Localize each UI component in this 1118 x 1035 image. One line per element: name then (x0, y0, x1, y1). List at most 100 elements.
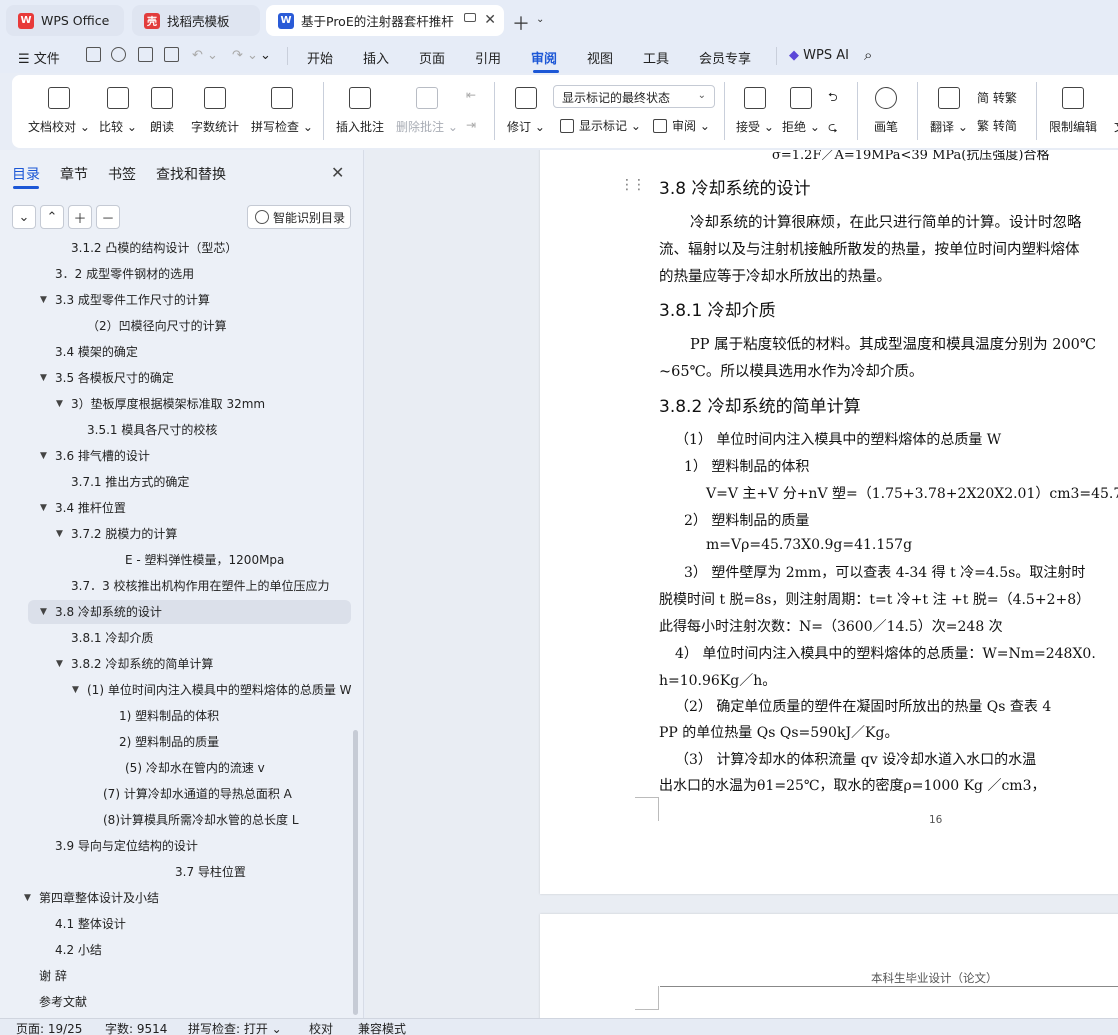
page-indicator[interactable]: 页面: 19/25 (16, 1020, 82, 1035)
read-aloud-button[interactable]: 朗读 (150, 87, 174, 135)
expand-caret-icon[interactable]: ▼ (56, 522, 63, 546)
toc-item[interactable]: ▼ 3.7.2 脱模力的计算 (0, 522, 352, 546)
review-pane-button[interactable]: 审阅 ⌄ (653, 117, 710, 134)
toc-item[interactable]: ▼ 3）垫板厚度根据模架标准取 32mm (0, 392, 352, 416)
add-heading-button[interactable]: ＋ (68, 205, 92, 229)
chevron-down-icon[interactable]: ⌄ (536, 14, 544, 25)
toc-item[interactable]: E - 塑料弹性模量，1200Mpa (0, 548, 352, 572)
expand-caret-icon[interactable]: ▼ (56, 392, 63, 416)
toc-item[interactable]: ▼ (1) 单位时间内注入模具中的塑料熔体的总质量 W (0, 678, 352, 702)
toc-item[interactable]: ▼ 3.4 推杆位置 (0, 496, 352, 520)
expand-caret-icon[interactable]: ▼ (40, 600, 47, 624)
wps-ai-button[interactable]: ◆ WPS AI (789, 48, 849, 63)
nav-tab-find-replace[interactable]: 查找和替换 (156, 164, 226, 184)
export-pdf-icon[interactable] (111, 47, 126, 62)
menu-view[interactable]: 视图 (587, 48, 613, 67)
pen-button[interactable]: 画笔 (874, 87, 898, 135)
toc-item[interactable]: (5) 冷却水在管内的流速 v (0, 756, 352, 780)
toc-item[interactable]: 4.2 小结 (0, 938, 352, 962)
toc-item[interactable]: 3.7．3 校核推出机构作用在塑件上的单位压应力 (0, 574, 352, 598)
undo-icon[interactable]: ↶ ⌄ (192, 48, 218, 63)
menu-start[interactable]: 开始 (307, 48, 333, 67)
expand-caret-icon[interactable]: ▼ (40, 496, 47, 520)
compare-button[interactable]: 比较 ⌄ (99, 87, 137, 135)
toc-item[interactable]: 3.9 导向与定位结构的设计 (0, 834, 352, 858)
spell-check-indicator[interactable]: 拼写检查: 打开 ⌄ (188, 1020, 282, 1035)
tab-current-document[interactable]: W 基于ProE的注射器套杆推杆注塑模设计 ✕ (266, 5, 504, 36)
toc-item[interactable]: 1) 塑料制品的体积 (0, 704, 352, 728)
toc-item[interactable]: 3．2 成型零件钢材的选用 (0, 262, 352, 286)
tab-docer-templates[interactable]: 壳 找稻壳模板 (132, 5, 260, 36)
toc-item[interactable]: ▼ 3.6 排气槽的设计 (0, 444, 352, 468)
toc-item[interactable]: 3.8.1 冷却介质 (0, 626, 352, 650)
doc-proofread-button[interactable]: 文档校对 ⌄ (28, 87, 90, 135)
menu-review[interactable]: 审阅 (531, 48, 557, 67)
toc-item[interactable]: 3.7 导柱位置 (0, 860, 352, 884)
to-simplified-button[interactable]: 繁 转简 (977, 117, 1017, 134)
nav-tab-chapters[interactable]: 章节 (60, 164, 88, 184)
show-markup-button[interactable]: 显示标记 ⌄ (560, 117, 641, 134)
expand-caret-icon[interactable]: ▼ (24, 886, 31, 910)
proofread-indicator[interactable]: 校对 (309, 1020, 333, 1035)
to-traditional-button[interactable]: 简 转繁 (977, 89, 1017, 106)
close-icon[interactable]: ✕ (331, 163, 344, 182)
markup-display-select[interactable]: 显示标记的最终状态 ⌄ (553, 85, 715, 108)
restrict-editing-button[interactable]: 限制编辑 (1049, 87, 1097, 135)
nav-tab-bookmarks[interactable]: 书签 (108, 164, 136, 184)
expand-up-button[interactable]: ⌃ (40, 205, 64, 229)
word-count-indicator[interactable]: 字数: 9514 (105, 1020, 167, 1035)
toc-item[interactable]: ▼ 3.3 成型零件工作尺寸的计算 (0, 288, 352, 312)
next-change-icon[interactable]: ⮎ (828, 118, 838, 139)
toc-item[interactable]: (8)计算模具所需冷却水管的总长度 L (0, 808, 352, 832)
toc-item[interactable]: 参考文献 (0, 990, 352, 1014)
nav-tab-toc[interactable]: 目录 (12, 164, 40, 184)
expand-caret-icon[interactable]: ▼ (40, 444, 47, 468)
insert-comment-button[interactable]: 插入批注 (336, 87, 384, 135)
menu-reference[interactable]: 引用 (475, 48, 501, 67)
reject-button[interactable]: 拒绝 ⌄ (782, 87, 820, 135)
print-icon[interactable] (138, 47, 153, 62)
next-comment-icon[interactable]: ⇥ (466, 118, 476, 132)
toc-item[interactable]: 2) 塑料制品的质量 (0, 730, 352, 754)
file-menu[interactable]: ☰ 文件 (18, 48, 60, 67)
menu-insert[interactable]: 插入 (363, 48, 389, 67)
menu-member[interactable]: 会员专享 (699, 48, 751, 67)
more-ribbon-button[interactable]: 文 (1109, 87, 1118, 135)
toc-scrollbar[interactable] (353, 730, 358, 1015)
toc-item[interactable]: 3.4 模架的确定 (0, 340, 352, 364)
track-changes-button[interactable]: 修订 ⌄ (507, 87, 545, 135)
remove-heading-button[interactable]: － (96, 205, 120, 229)
tab-wps-office[interactable]: W WPS Office (6, 5, 124, 36)
new-tab-plus-icon[interactable]: ＋ (512, 10, 530, 36)
collapse-all-button[interactable]: ⌄ (12, 205, 36, 229)
word-count-button[interactable]: 字数统计 (191, 87, 239, 135)
save-icon[interactable] (86, 47, 101, 62)
toc-item[interactable]: ▼ 3.5 各模板尺寸的确定 (0, 366, 352, 390)
translate-button[interactable]: 翻译 ⌄ (930, 87, 968, 135)
accept-button[interactable]: 接受 ⌄ (736, 87, 774, 135)
toc-item[interactable]: （2）凹模径向尺寸的计算 (0, 314, 352, 338)
print-preview-icon[interactable] (164, 47, 179, 62)
more-quick-access-icon[interactable]: ⌄ (260, 48, 271, 63)
menu-tools[interactable]: 工具 (643, 48, 669, 67)
toc-item[interactable]: (7) 计算冷却水通道的导热总面积 A (0, 782, 352, 806)
toc-item[interactable]: ▼ 第四章整体设计及小结 (0, 886, 352, 910)
close-tab-icon[interactable]: ✕ (484, 12, 496, 28)
expand-caret-icon[interactable]: ▼ (40, 366, 47, 390)
toc-item[interactable]: 3.5.1 模具各尺寸的校核 (0, 418, 352, 442)
toc-item[interactable]: 3.7.1 推出方式的确定 (0, 470, 352, 494)
expand-caret-icon[interactable]: ▼ (56, 652, 63, 676)
spell-check-button[interactable]: 拼写检查 ⌄ (251, 87, 313, 135)
toc-item[interactable]: 3.1.2 凸模的结构设计（型芯） (0, 240, 352, 260)
toc-item[interactable]: 4.1 整体设计 (0, 912, 352, 936)
smart-toc-button[interactable]: 智能识别目录 (247, 205, 351, 229)
toc-item[interactable]: ▼ 3.8.2 冷却系统的简单计算 (0, 652, 352, 676)
delete-comment-button[interactable]: 删除批注 ⌄ (396, 87, 458, 135)
menu-page[interactable]: 页面 (419, 48, 445, 67)
expand-caret-icon[interactable]: ▼ (72, 678, 79, 702)
monitor-icon[interactable] (464, 13, 476, 22)
toc-item[interactable]: 谢 辞 (0, 964, 352, 988)
toc-item[interactable]: ▼ 3.8 冷却系统的设计 (28, 600, 351, 624)
prev-change-icon[interactable]: ⮌ (828, 88, 838, 109)
drag-handle-icon[interactable]: ⋮⋮ (620, 177, 646, 193)
